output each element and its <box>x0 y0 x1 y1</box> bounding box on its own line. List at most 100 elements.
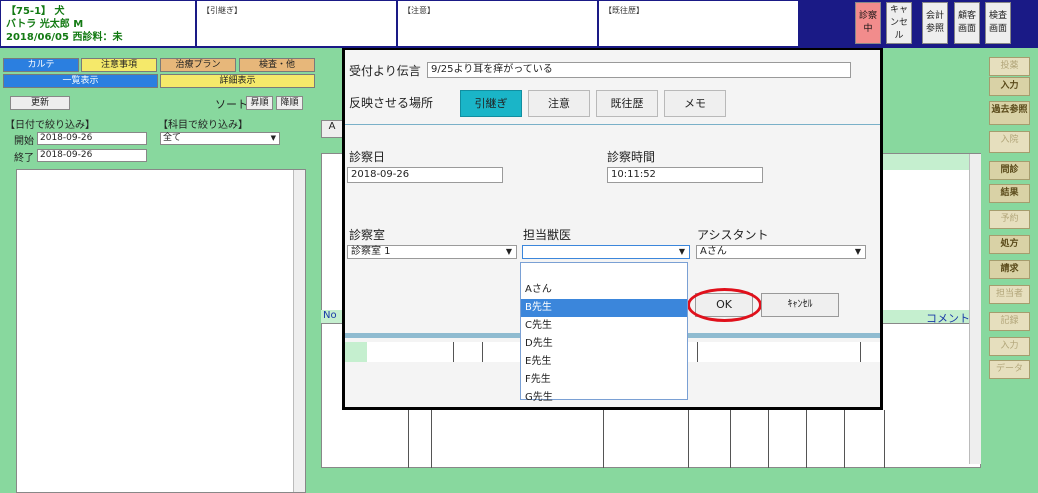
start-label: 開始 <box>14 136 34 147</box>
comment-column-label: コメント <box>926 312 970 325</box>
sort-desc-button[interactable]: 降順 <box>276 96 303 110</box>
grid-divider <box>768 410 769 468</box>
grid-divider <box>697 342 698 362</box>
grid-divider <box>860 342 861 362</box>
vet-option[interactable]: G先生 <box>521 389 687 407</box>
record-list-scrollbar[interactable] <box>293 170 305 492</box>
sort-asc-button[interactable]: 昇順 <box>246 96 273 110</box>
start-date-input[interactable]: 2018-09-26 <box>37 132 147 145</box>
vet-option[interactable] <box>521 263 687 281</box>
place-memo-button[interactable]: メモ <box>664 90 726 117</box>
vet-option[interactable]: F先生 <box>521 371 687 389</box>
no-column-label: No <box>323 310 337 321</box>
a-marker: A <box>321 120 343 138</box>
message-input[interactable]: 9/25より耳を痒がっている <box>427 62 851 78</box>
right-button-2[interactable]: 過去参照 <box>989 101 1030 125</box>
right-button-12[interactable]: データ <box>989 360 1030 379</box>
vet-label: 担当獣医 <box>523 228 572 242</box>
vet-option[interactable]: Aさん <box>521 281 687 299</box>
handover-label: 【引継ぎ】 <box>202 6 242 15</box>
tab-detail-view[interactable]: 詳細表示 <box>160 74 315 88</box>
grid-divider <box>603 410 604 468</box>
divider <box>345 124 880 125</box>
grid-divider <box>431 410 432 468</box>
customer-screen-button[interactable]: 顧客画面 <box>954 2 980 44</box>
right-button-0[interactable]: 投薬 <box>989 57 1030 76</box>
room-select[interactable]: 診察室 1 ▼ <box>347 245 517 259</box>
chevron-down-icon: ▼ <box>505 247 512 256</box>
grid-divider <box>884 410 885 468</box>
grid-divider <box>482 342 483 362</box>
place-handover-button[interactable]: 引継ぎ <box>460 90 522 117</box>
right-button-8[interactable]: 請求 <box>989 260 1030 279</box>
visit-date-input[interactable]: 2018-09-26 <box>347 167 503 183</box>
refresh-button[interactable]: 更新 <box>10 96 70 110</box>
exam-screen-button[interactable]: 検査画面 <box>985 2 1011 44</box>
date-filter-label: 【日付で絞り込み】 <box>5 120 95 131</box>
grid-header-cell <box>883 154 971 170</box>
tab-list-view[interactable]: 一覧表示 <box>3 74 158 88</box>
right-button-9[interactable]: 担当者 <box>989 285 1030 304</box>
right-button-10[interactable]: 記録 <box>989 312 1030 331</box>
cancel-visit-button[interactable]: キャンセル <box>886 2 912 44</box>
chevron-down-icon: ▼ <box>678 247 685 256</box>
tab-treatment-plan[interactable]: 治療プラン <box>160 58 236 72</box>
message-label: 受付より伝言 <box>349 64 421 78</box>
room-label: 診察室 <box>349 228 386 242</box>
subject-select[interactable]: 全て ▼ <box>160 132 280 145</box>
place-caution-button[interactable]: 注意 <box>528 90 590 117</box>
room-value: 診察室 1 <box>351 246 391 257</box>
reflect-place-label: 反映させる場所 <box>349 96 434 110</box>
grid-divider <box>730 410 731 468</box>
place-history-button[interactable]: 既往歴 <box>596 90 658 117</box>
caution-label: 【注意】 <box>403 6 435 15</box>
tab-caution[interactable]: 注意事項 <box>81 58 157 72</box>
grid-cell <box>345 342 367 362</box>
tab-karte[interactable]: カルテ <box>3 58 79 72</box>
vet-option[interactable]: D先生 <box>521 335 687 353</box>
end-label: 終了 <box>14 153 34 164</box>
highlight-circle <box>687 288 762 322</box>
assistant-value: Aさん <box>700 246 727 257</box>
vet-select[interactable]: ▼ <box>522 245 690 259</box>
in-consultation-button[interactable]: 診察中 <box>855 2 881 44</box>
visit-date-label: 診察日 <box>349 150 386 164</box>
end-date-input[interactable]: 2018-09-26 <box>37 149 147 162</box>
accounting-button[interactable]: 会計参照 <box>922 2 948 44</box>
history-label: 【既往歴】 <box>604 6 644 15</box>
right-button-3[interactable]: 入院 <box>989 131 1030 153</box>
vet-option[interactable]: B先生 <box>521 299 687 317</box>
vet-option[interactable]: E先生 <box>521 353 687 371</box>
right-button-4[interactable]: 問診 <box>989 161 1030 180</box>
vet-dropdown-list: Aさん B先生 C先生 D先生 E先生 F先生 G先生 <box>520 262 688 403</box>
right-button-5[interactable]: 結果 <box>989 184 1030 203</box>
assistant-label: アシスタント <box>697 228 769 242</box>
pet-info-box: 【75-1】 犬 バトラ 光太郎 M 2018/06/05 西診料：未 <box>1 1 195 46</box>
visit-time-label: 診察時間 <box>607 150 656 164</box>
sort-label: ソート <box>215 98 248 111</box>
history-box: 【既往歴】 <box>599 1 798 46</box>
caution-box: 【注意】 <box>398 1 597 46</box>
chevron-down-icon: ▼ <box>270 134 276 142</box>
visit-date-status: 2018/06/05 西診料：未 <box>6 32 123 43</box>
pet-id-species: 【75-1】 犬 <box>6 6 65 17</box>
left-panel: カルテ 注意事項 治療プラン 検査・他 一覧表示 詳細表示 更新 ソート 昇順 … <box>0 48 318 493</box>
vet-option[interactable]: C先生 <box>521 317 687 335</box>
owner-pet-name: バトラ 光太郎 M <box>6 19 84 30</box>
cancel-button[interactable]: ｷｬﾝｾﾙ <box>761 293 839 317</box>
record-list[interactable] <box>16 169 306 493</box>
chevron-down-icon: ▼ <box>854 247 861 256</box>
right-button-6[interactable]: 予約 <box>989 210 1030 229</box>
handover-box: 【引継ぎ】 <box>197 1 396 46</box>
header-bar: 【75-1】 犬 バトラ 光太郎 M 2018/06/05 西診料：未 【引継ぎ… <box>0 0 1038 48</box>
tab-tests[interactable]: 検査・他 <box>239 58 315 72</box>
right-button-11[interactable]: 入力 <box>989 337 1030 356</box>
right-button-7[interactable]: 処方 <box>989 235 1030 254</box>
right-button-1[interactable]: 入力 <box>989 77 1030 96</box>
lower-grid-scrollbar[interactable] <box>969 324 981 464</box>
grid-divider <box>408 410 409 468</box>
grid-divider <box>688 410 689 468</box>
assistant-select[interactable]: Aさん ▼ <box>696 245 866 259</box>
grid-divider <box>806 410 807 468</box>
visit-time-input[interactable]: 10:11:52 <box>607 167 763 183</box>
